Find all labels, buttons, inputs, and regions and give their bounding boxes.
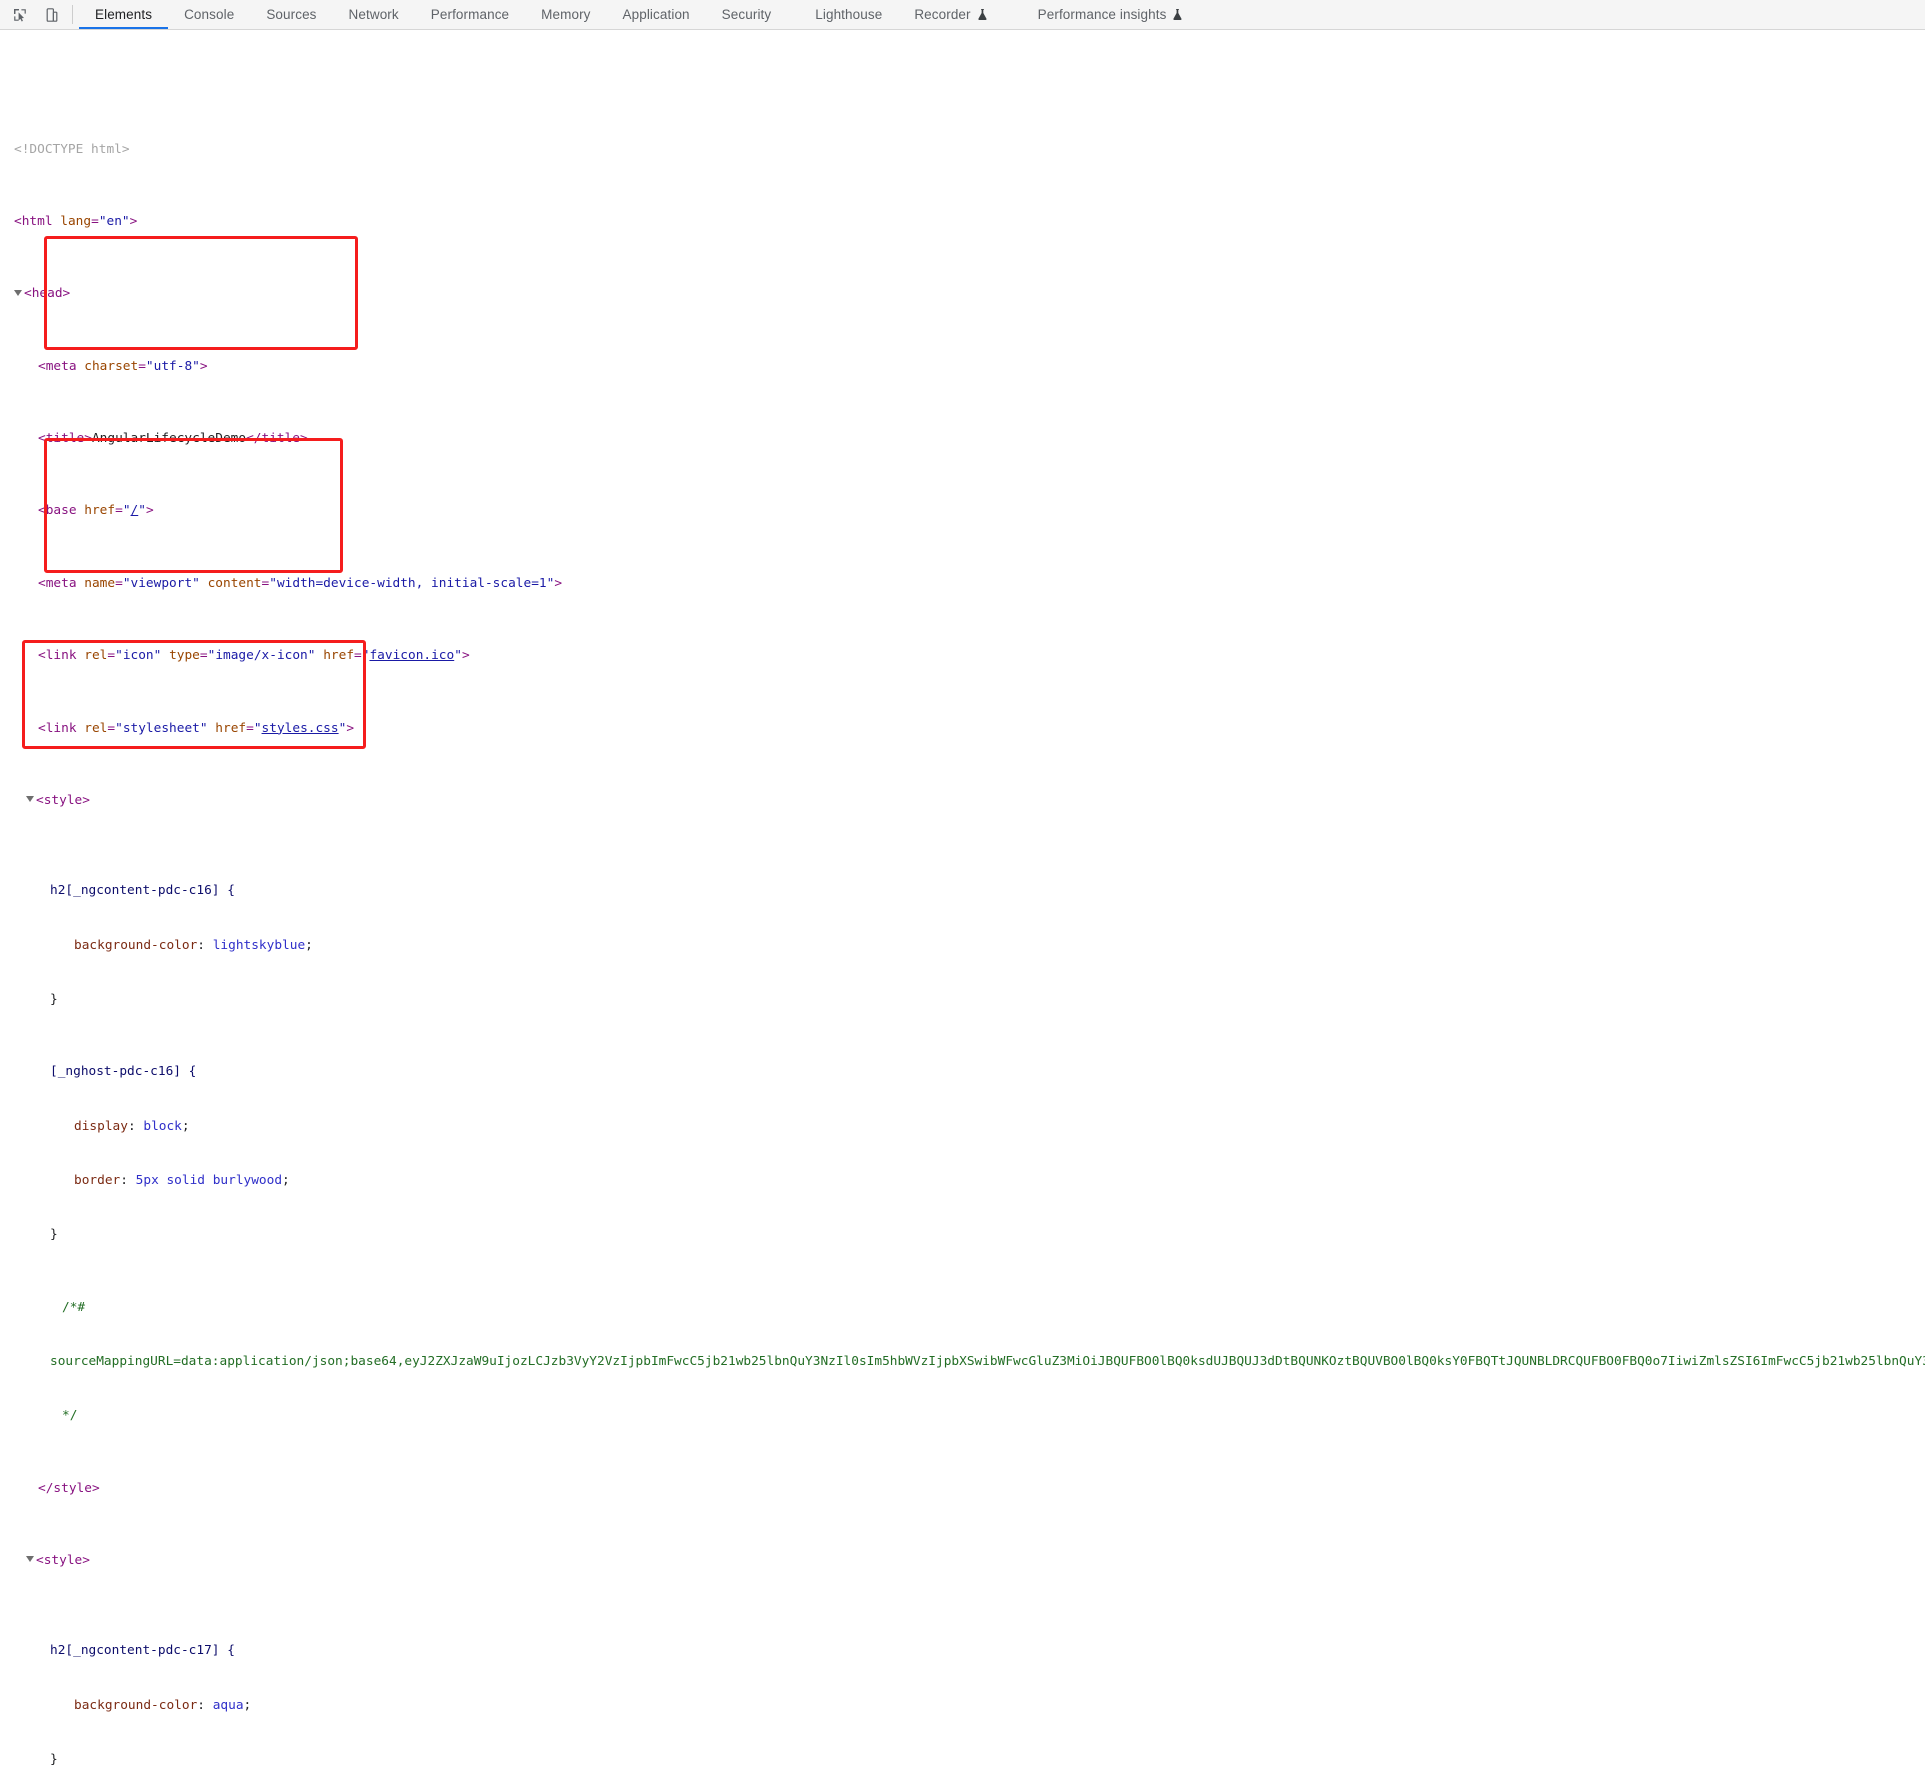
dom-line-html-open[interactable]: <html lang="en">	[0, 213, 1925, 231]
toolbar-icon-group	[0, 0, 70, 29]
favicon-link[interactable]: favicon.ico	[369, 648, 454, 663]
css-declaration[interactable]: display: block;	[0, 1118, 1925, 1136]
tab-label: Memory	[541, 7, 591, 22]
css-property: display	[74, 1118, 128, 1134]
tab-label: Lighthouse	[815, 7, 883, 22]
tab-security[interactable]: Security	[706, 0, 788, 29]
css-sourcemap-comment-body[interactable]: sourceMappingURL=data:application/json;b…	[0, 1353, 1925, 1371]
tab-performance-insights[interactable]: Performance insights	[1004, 0, 1200, 29]
tab-label: Performance	[430, 7, 510, 22]
tab-label: Application	[622, 7, 690, 22]
dom-line-base[interactable]: <base href="/">	[0, 502, 1925, 520]
tab-console[interactable]: Console	[168, 0, 250, 29]
tab-label: Recorder	[914, 7, 971, 22]
tab-label: Security	[721, 7, 772, 22]
css-value: block	[143, 1118, 182, 1134]
css-property: border	[74, 1172, 121, 1188]
dom-line-style-close-1[interactable]: </style>	[0, 1480, 1925, 1498]
chevron-down-icon[interactable]	[26, 1556, 34, 1563]
css-rule-selector[interactable]: h2[_ngcontent-pdc-c17] {	[0, 1642, 1925, 1660]
tab-label: Elements	[95, 7, 153, 22]
viewport-content: width=device-width, initial-scale=1	[276, 575, 547, 591]
elements-dom-tree[interactable]: <!DOCTYPE html> <html lang="en"> <head> …	[0, 30, 1925, 1770]
page-title-text: AngularLifecycleDemo	[91, 431, 247, 447]
css-rule-close[interactable]: }	[0, 1751, 1925, 1769]
head-tag: <head>	[24, 286, 71, 302]
html-tag: <html lang="en">	[14, 213, 138, 229]
css-declaration[interactable]: background-color: aqua;	[0, 1697, 1925, 1715]
css-property: background-color	[74, 937, 198, 953]
css-value: lightskyblue	[212, 937, 306, 953]
css-value: 5px solid burlywood	[135, 1172, 283, 1188]
tab-label: Performance insights	[1037, 7, 1167, 22]
toolbar-divider	[72, 5, 73, 24]
dom-line-meta-viewport[interactable]: <meta name="viewport" content="width=dev…	[0, 575, 1925, 593]
css-rule-close[interactable]: }	[0, 991, 1925, 1009]
tab-label: Console	[184, 7, 235, 22]
dom-line-style-open-2[interactable]: <style>	[0, 1552, 1925, 1570]
devtools-toolbar: Elements Console Sources Network Perform…	[0, 0, 1925, 30]
tab-performance[interactable]: Performance	[415, 0, 525, 29]
experiment-flask-icon	[977, 8, 988, 21]
device-toolbar-icon[interactable]	[40, 3, 64, 27]
css-rule-close[interactable]: }	[0, 1226, 1925, 1244]
chevron-down-icon[interactable]	[14, 289, 22, 296]
css-sourcemap-comment-open[interactable]: /*#	[0, 1299, 1925, 1317]
panel-tabs: Elements Console Sources Network Perform…	[79, 0, 1925, 29]
css-sourcemap-comment-close[interactable]: */	[0, 1407, 1925, 1425]
css-rule-selector[interactable]: h2[_ngcontent-pdc-c16] {	[0, 882, 1925, 900]
css-declaration[interactable]: border: 5px solid burlywood;	[0, 1172, 1925, 1190]
dom-line-link-icon[interactable]: <link rel="icon" type="image/x-icon" hre…	[0, 647, 1925, 665]
dom-line-title[interactable]: <title>AngularLifecycleDemo</title>	[0, 430, 1925, 448]
experiment-flask-icon	[1172, 8, 1183, 21]
stylesheet-link[interactable]: styles.css	[262, 721, 339, 736]
inspect-element-icon[interactable]	[8, 3, 32, 27]
tab-memory[interactable]: Memory	[525, 0, 606, 29]
css-value: aqua	[212, 1697, 244, 1713]
css-property: background-color	[74, 1697, 198, 1713]
css-declaration[interactable]: background-color: lightskyblue;	[0, 937, 1925, 955]
css-rule-selector[interactable]: [_nghost-pdc-c16] {	[0, 1063, 1925, 1081]
tab-lighthouse[interactable]: Lighthouse	[787, 0, 898, 29]
tab-elements[interactable]: Elements	[79, 0, 169, 29]
tab-application[interactable]: Application	[607, 0, 706, 29]
dom-line-doctype[interactable]: <!DOCTYPE html>	[0, 141, 1925, 159]
tab-sources[interactable]: Sources	[250, 0, 332, 29]
base-href-link[interactable]: /	[131, 503, 139, 518]
dom-line-meta-charset[interactable]: <meta charset="utf-8">	[0, 358, 1925, 376]
dom-line-head-open[interactable]: <head>	[0, 285, 1925, 303]
tab-recorder[interactable]: Recorder	[898, 0, 1003, 29]
tab-label: Sources	[266, 7, 317, 22]
dom-line-link-stylesheet[interactable]: <link rel="stylesheet" href="styles.css"…	[0, 720, 1925, 738]
dom-line-style-open-1[interactable]: <style>	[0, 792, 1925, 810]
chevron-down-icon[interactable]	[26, 796, 34, 803]
doctype-text: <!DOCTYPE html>	[14, 141, 130, 157]
tab-label: Network	[348, 7, 399, 22]
tab-network[interactable]: Network	[333, 0, 415, 29]
